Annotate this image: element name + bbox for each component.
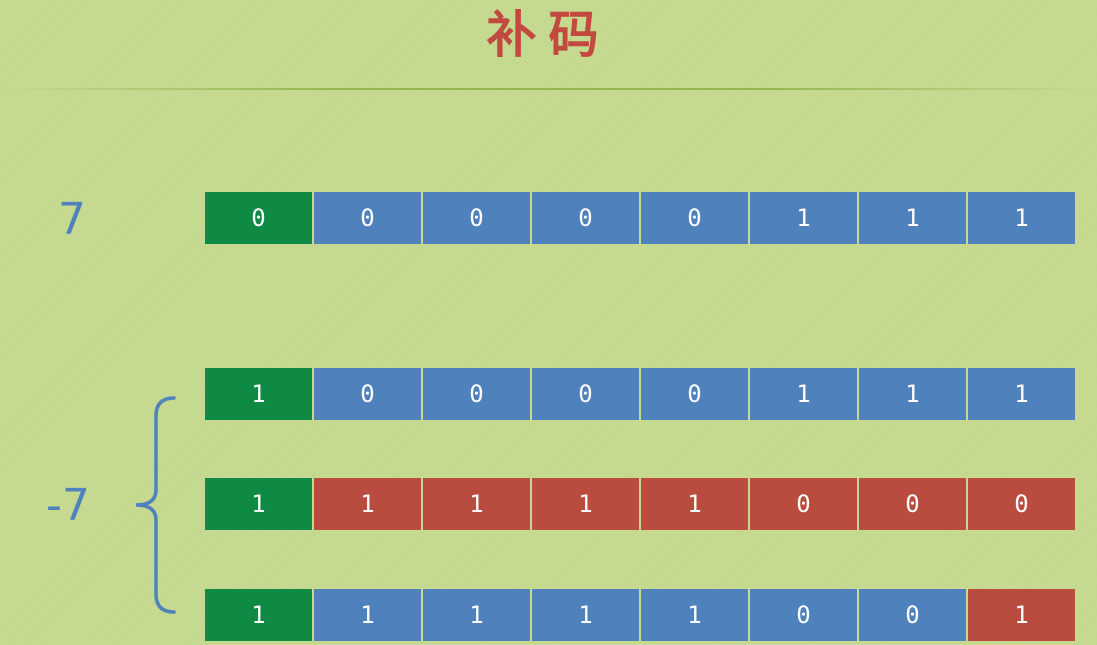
bit-cell: 0	[423, 368, 530, 420]
bit-cell: 1	[968, 589, 1075, 641]
bit-cell: 1	[423, 478, 530, 530]
bit-cell: 1	[750, 192, 857, 244]
title-divider	[0, 88, 1097, 90]
bit-cell: 0	[968, 478, 1075, 530]
page-title: 补码	[486, 5, 611, 64]
bit-cell: 0	[314, 192, 421, 244]
label-positive-seven: 7	[58, 194, 86, 245]
bit-cell: 1	[314, 478, 421, 530]
bit-cell: 1	[205, 478, 312, 530]
bit-cell: 0	[532, 368, 639, 420]
bit-row-ones-complement: 1 1 1 1 1 0 0 0	[205, 478, 1075, 530]
bit-cell: 1	[532, 589, 639, 641]
bit-cell: 0	[532, 192, 639, 244]
bit-cell: 1	[641, 478, 748, 530]
bit-cell: 1	[423, 589, 530, 641]
bit-cell: 1	[205, 589, 312, 641]
bit-cell: 0	[750, 478, 857, 530]
bit-row-twos-complement: 1 1 1 1 1 0 0 1	[205, 589, 1075, 641]
bit-row-sign-magnitude: 1 0 0 0 0 1 1 1	[205, 368, 1075, 420]
bit-cell: 0	[314, 368, 421, 420]
bit-cell: 0	[641, 368, 748, 420]
curly-brace-icon	[135, 396, 176, 614]
bit-cell: 1	[532, 478, 639, 530]
bit-cell: 1	[859, 368, 966, 420]
bit-cell: 1	[859, 192, 966, 244]
bit-cell: 1	[314, 589, 421, 641]
bit-cell: 0	[205, 192, 312, 244]
bit-cell: 1	[641, 589, 748, 641]
bit-cell: 1	[750, 368, 857, 420]
bit-row-positive-seven: 0 0 0 0 0 1 1 1	[205, 192, 1075, 244]
bit-cell: 1	[205, 368, 312, 420]
bit-cell: 0	[641, 192, 748, 244]
bit-cell: 1	[968, 368, 1075, 420]
label-negative-seven: -7	[46, 480, 90, 531]
bit-cell: 0	[859, 589, 966, 641]
bit-cell: 0	[750, 589, 857, 641]
bit-cell: 1	[968, 192, 1075, 244]
bit-cell: 0	[859, 478, 966, 530]
bit-cell: 0	[423, 192, 530, 244]
